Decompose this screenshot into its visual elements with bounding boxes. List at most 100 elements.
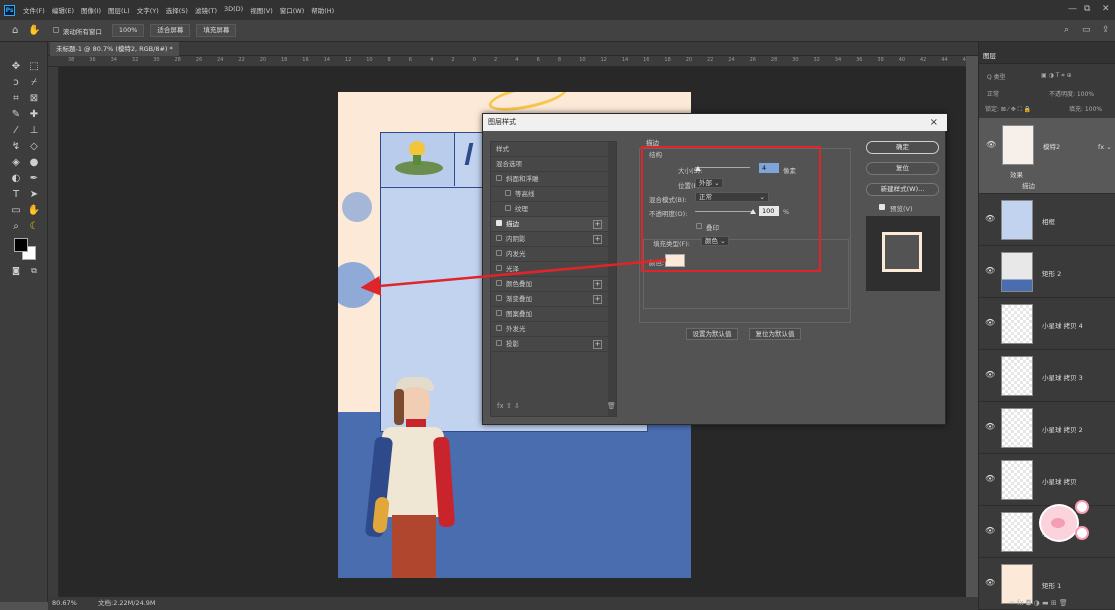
layer-row[interactable]: 👁 小星球 拷贝 2 — [979, 402, 1115, 454]
frame-tool-icon[interactable]: ⊠ — [27, 92, 41, 106]
style-item[interactable]: 描边 + — [491, 217, 616, 232]
layer-name[interactable]: 模特2 — [1043, 143, 1060, 151]
layer-name[interactable]: 相框 — [1042, 216, 1055, 226]
add-style-icon[interactable]: + — [593, 340, 602, 349]
menu-item[interactable]: 3D(D) — [224, 5, 243, 15]
menu-item[interactable]: 图像(I) — [81, 5, 101, 15]
layer-row[interactable]: 👁 矩形 2 — [979, 246, 1115, 298]
zoom-tool-icon[interactable]: ⌕ — [9, 220, 23, 234]
lock-controls[interactable]: 锁定: ⊠ ⁄ ✥ ⛶ 🔒 — [985, 104, 1031, 114]
stamp-tool-icon[interactable]: ⊥ — [27, 124, 41, 138]
layer-row[interactable]: 👁 模特2 fx ⌄ 效果 描边 — [979, 118, 1115, 194]
new-style-button[interactable]: 新建样式(W)... — [866, 183, 939, 196]
move-tool-icon[interactable]: ✥ — [9, 60, 23, 74]
visibility-eye-icon[interactable]: 👁 — [985, 526, 995, 535]
stroke-effect-label[interactable]: 描边 — [1022, 182, 1035, 190]
quick-select-tool-icon[interactable]: ⌿ — [27, 76, 41, 90]
hand-tool-icon[interactable]: ✋ — [27, 204, 41, 218]
style-item[interactable]: 外发光 — [491, 322, 616, 337]
style-item[interactable]: 图案叠加 — [491, 307, 616, 322]
style-item[interactable]: 内发光 — [491, 247, 616, 262]
menu-item[interactable]: 图层(L) — [108, 5, 130, 15]
style-checkbox[interactable] — [496, 250, 502, 256]
eraser-tool-icon[interactable]: ◇ — [27, 140, 41, 154]
add-style-icon[interactable]: + — [593, 220, 602, 229]
document-tab[interactable]: 未标题-1 @ 80.7% (模特2, RGB/8#) * — [50, 42, 179, 56]
visibility-eye-icon[interactable]: 👁 — [985, 318, 995, 327]
ok-button[interactable]: 确定 — [866, 141, 939, 154]
reset-button[interactable]: 复位 — [866, 162, 939, 175]
menu-item[interactable]: 视图(V) — [250, 5, 273, 15]
style-checkbox[interactable] — [496, 310, 502, 316]
gradient-tool-icon[interactable]: ◈ — [9, 156, 23, 170]
scroll-all-checkbox[interactable] — [52, 26, 59, 33]
style-item[interactable]: 斜面和浮雕 — [491, 172, 616, 187]
style-checkbox[interactable] — [496, 295, 502, 301]
status-zoom[interactable]: 80.67% — [52, 597, 77, 610]
quick-mask-icon[interactable]: ◙ — [9, 264, 23, 278]
shape-tool-icon[interactable]: ▭ — [9, 204, 23, 218]
menu-item[interactable]: 编辑(E) — [52, 5, 74, 15]
layer-kind-filter[interactable]: Q 类型 — [987, 72, 1006, 81]
path-select-tool-icon[interactable]: ➤ — [27, 188, 41, 202]
hand-tool-icon[interactable]: ✋ — [28, 25, 40, 36]
dodge-tool-icon[interactable]: ◐ — [9, 172, 23, 186]
layer-name[interactable]: 小星球 拷贝 2 — [1042, 424, 1083, 434]
style-item[interactable]: 渐变叠加 + — [491, 292, 616, 307]
lasso-tool-icon[interactable]: ↄ — [9, 76, 23, 90]
layer-row[interactable]: 👁 小星球 拷贝 4 — [979, 298, 1115, 350]
style-checkbox[interactable] — [496, 175, 502, 181]
reset-default-button[interactable]: 复位为默认值 — [749, 328, 801, 340]
style-list-footer[interactable]: fx ⇧ ⇩ — [497, 402, 520, 410]
close-icon[interactable]: ✕ — [1102, 4, 1110, 14]
share-icon[interactable]: ⇪ — [1102, 25, 1110, 35]
visibility-eye-icon[interactable]: 👁 — [985, 422, 995, 431]
style-checkbox[interactable] — [505, 205, 511, 211]
visibility-eye-icon[interactable]: 👁 — [985, 578, 995, 587]
dialog-close-icon[interactable]: × — [930, 114, 938, 131]
layers-tab[interactable]: 图层 — [983, 50, 996, 60]
minimize-icon[interactable]: — — [1068, 4, 1077, 14]
healing-tool-icon[interactable]: ✚ — [27, 108, 41, 122]
layer-row[interactable]: 👁 小星球 拷贝 3 — [979, 350, 1115, 402]
style-list-scrollbar[interactable] — [608, 142, 616, 416]
style-checkbox[interactable] — [496, 265, 502, 271]
crop-tool-icon[interactable]: ⌗ — [9, 92, 23, 106]
layers-bottom-toolbar[interactable]: ∞ fx ◘ ◑ ▬ ⊞ 🗑 — [1009, 599, 1068, 607]
blending-options-item[interactable]: 混合选项 — [491, 157, 616, 172]
zoom-100-button[interactable]: 100% — [111, 24, 145, 37]
style-checkbox[interactable] — [496, 235, 502, 241]
style-checkbox[interactable] — [496, 340, 502, 346]
layer-row[interactable]: 👁 相框 — [979, 194, 1115, 246]
type-tool-icon[interactable]: T — [9, 188, 23, 202]
style-checkbox[interactable] — [505, 190, 511, 196]
menu-item[interactable]: 选择(S) — [166, 5, 188, 15]
add-style-icon[interactable]: + — [593, 295, 602, 304]
preview-checkbox[interactable] — [879, 204, 885, 210]
blur-tool-icon[interactable]: ● — [27, 156, 41, 170]
effects-label[interactable]: 效果 — [1010, 171, 1023, 179]
visibility-eye-icon[interactable]: 👁 — [985, 370, 995, 379]
eyedropper-tool-icon[interactable]: ✎ — [9, 108, 23, 122]
layer-name[interactable]: 小星球 拷贝 3 — [1042, 372, 1083, 382]
layer-name[interactable]: 小星球 拷贝 — [1042, 476, 1077, 486]
screen-mode-icon[interactable]: ⧉ — [27, 264, 41, 278]
fit-screen-button[interactable]: 适合屏幕 — [150, 24, 191, 37]
style-item[interactable]: 光泽 — [491, 262, 616, 277]
trash-icon[interactable]: 🗑 — [607, 402, 616, 410]
layer-name[interactable]: 矩形 1 — [1042, 580, 1061, 590]
menu-item[interactable]: 滤镜(T) — [195, 5, 217, 15]
visibility-eye-icon[interactable]: 👁 — [985, 214, 995, 223]
fill-screen-button[interactable]: 填充屏幕 — [196, 24, 237, 37]
marquee-tool-icon[interactable]: ⬚ — [27, 60, 41, 74]
visibility-eye-icon[interactable]: 👁 — [985, 474, 995, 483]
visibility-eye-icon[interactable]: 👁 — [986, 141, 996, 149]
menu-item[interactable]: 文字(Y) — [137, 5, 159, 15]
restore-icon[interactable]: ⧉ — [1084, 4, 1090, 14]
style-checkbox[interactable] — [496, 220, 502, 226]
style-item[interactable]: 纹理 — [491, 202, 616, 217]
blend-mode-dropdown[interactable]: 正常 — [987, 89, 999, 98]
layer-fill[interactable]: 填充: 100% — [1069, 104, 1102, 113]
layer-name[interactable]: 小星球 拷贝 4 — [1042, 320, 1083, 330]
style-item[interactable]: 颜色叠加 + — [491, 277, 616, 292]
